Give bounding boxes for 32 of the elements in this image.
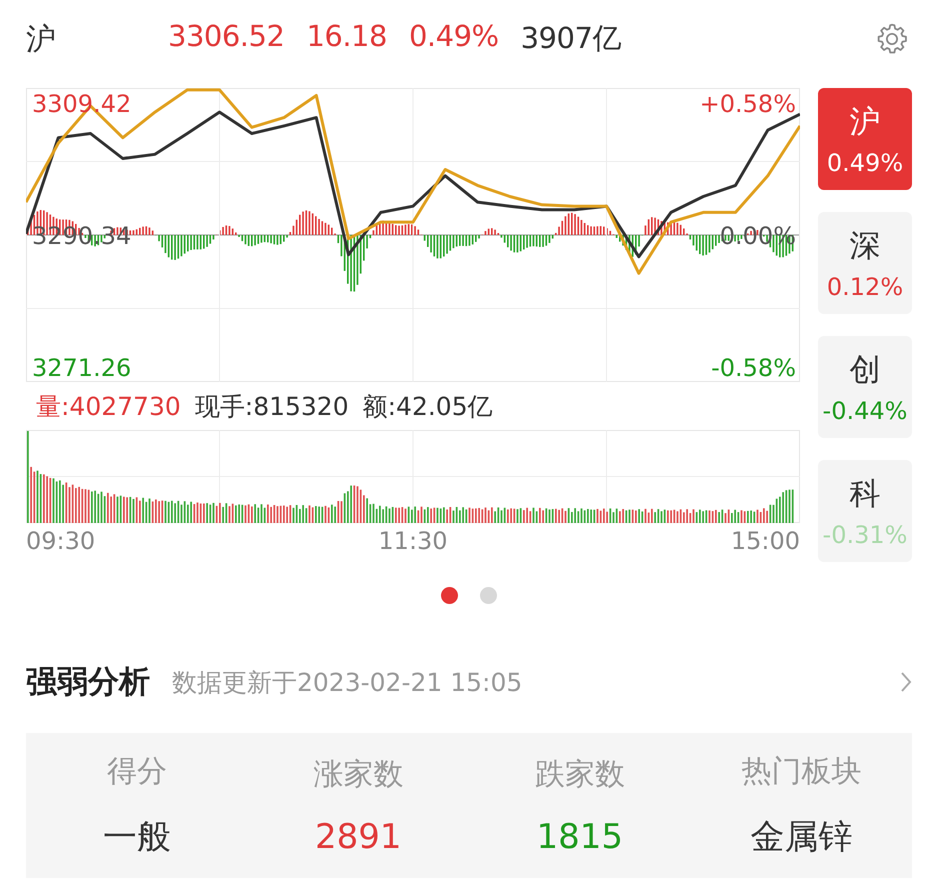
quote-value: 3907亿: [520, 20, 621, 57]
percent-label: -0.58%: [711, 354, 796, 382]
market-name: 沪: [26, 20, 57, 58]
stat-label: 得分: [106, 753, 167, 791]
quote-value: 3306.52: [168, 19, 284, 55]
chevron-right-icon[interactable]: [900, 670, 912, 694]
time-label: 11:30: [378, 527, 448, 555]
time-label: 15:00: [730, 527, 800, 555]
page-dot[interactable]: [480, 586, 497, 604]
stat-label: 热门板块: [741, 753, 862, 791]
stat-label: 跌家数: [534, 756, 625, 794]
stat-value: 1815: [536, 817, 624, 857]
update-time: 数据更新于2023-02-21 15:05: [172, 666, 524, 698]
time-label: 09:30: [26, 527, 96, 555]
volume-stat: 现手:815320: [194, 390, 349, 422]
axis-label: 3309.42: [32, 90, 132, 118]
volume-stat: 额:42.05亿: [362, 390, 493, 422]
percent-label: +0.58%: [700, 90, 796, 118]
index-tab[interactable]: 深 0.12%: [818, 212, 912, 314]
volume-stat: 量:4027730: [36, 390, 181, 422]
quote-value: 0.49%: [408, 19, 499, 55]
index-tab[interactable]: 科 -0.31%: [818, 460, 912, 562]
page-dot[interactable]: [441, 586, 458, 604]
index-tab[interactable]: 沪 0.49%: [818, 88, 912, 190]
axis-label: 3271.26: [32, 354, 132, 382]
stat-value: 一般: [102, 816, 171, 859]
section-title: 强弱分析: [26, 663, 150, 702]
index-tab[interactable]: 创 -0.44%: [818, 336, 912, 438]
stat-label: 涨家数: [313, 756, 404, 794]
quote-value: 16.18: [306, 19, 387, 55]
stat-value: 金属锌: [750, 816, 852, 859]
stat-value: 2891: [314, 817, 402, 857]
